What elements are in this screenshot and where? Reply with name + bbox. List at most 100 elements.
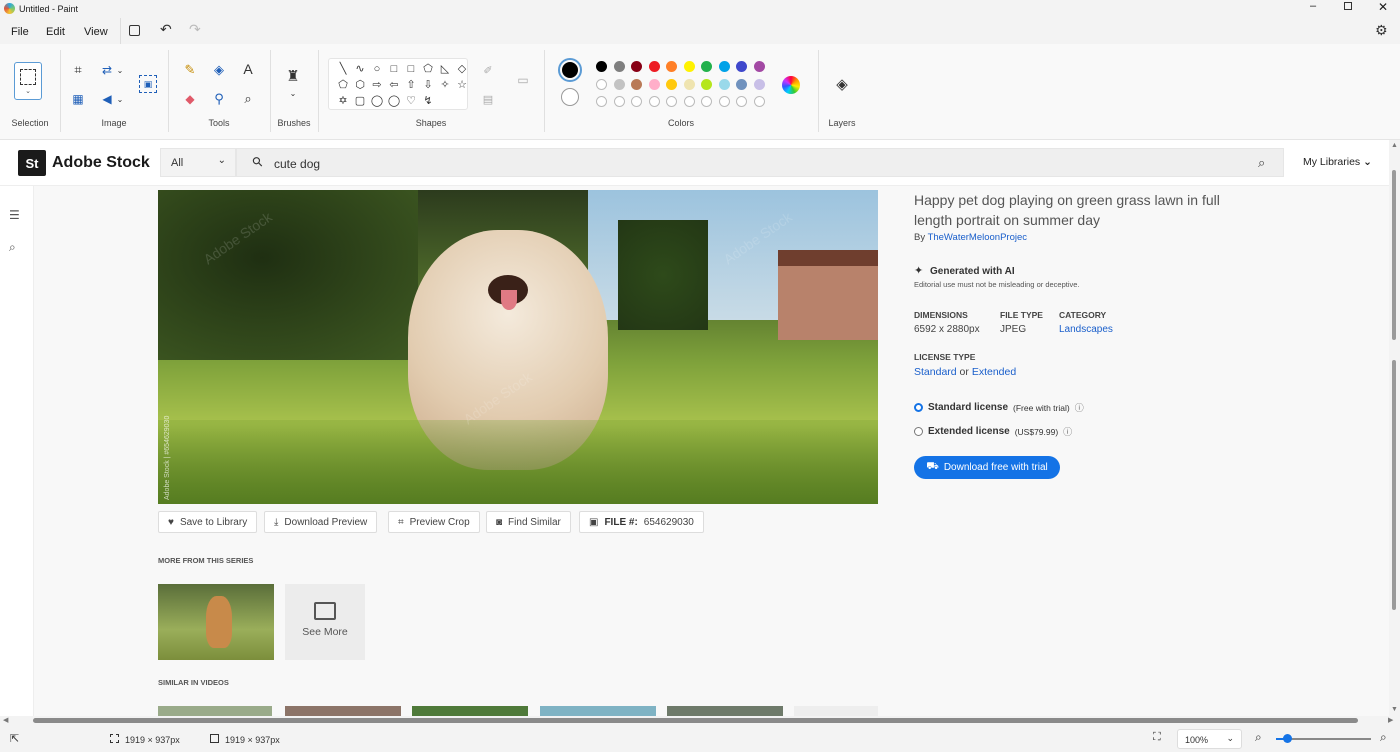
custom-color-slot[interactable]: [701, 96, 712, 107]
shape-tool-icon[interactable]: ╲: [335, 62, 351, 76]
zoom-slider-track[interactable]: [1276, 734, 1371, 743]
crop-icon[interactable]: ⌗: [70, 62, 86, 78]
video-thumbnail[interactable]: [158, 706, 272, 716]
color-swatch[interactable]: [718, 61, 730, 72]
custom-color-slot[interactable]: [596, 96, 607, 107]
radio-selected-icon[interactable]: [914, 403, 923, 412]
search-bar[interactable]: ⚲ cute dog ⌕: [236, 148, 1284, 177]
image-select-icon[interactable]: ▣: [139, 75, 157, 93]
standard-link[interactable]: Standard: [914, 366, 957, 378]
color-swatch[interactable]: [596, 61, 607, 72]
vertical-scrollbar[interactable]: ▲ ▼: [1389, 140, 1400, 716]
shape-tool-icon[interactable]: ↯: [420, 94, 436, 108]
primary-color-button[interactable]: [558, 58, 582, 82]
shape-tool-icon[interactable]: ○: [369, 62, 385, 76]
extended-link[interactable]: Extended: [972, 366, 1016, 378]
vertical-scroll-thumb[interactable]: [1392, 170, 1396, 340]
color-swatch[interactable]: [648, 78, 660, 90]
color-swatch[interactable]: [753, 61, 765, 72]
outline-icon[interactable]: ✐: [481, 63, 495, 77]
shapes-gallery[interactable]: ╲ ∿ ○ □ □ ⬠ ◺ ◇ ⬠ ⬡ ⇨ ⇦ ⇧ ⇩ ✧ ☆ ✡ ▢ ◯ ◯ ♡ ↯: [328, 58, 468, 110]
extended-license-option[interactable]: Extended license (US$79.99) ⓘ: [914, 425, 1072, 438]
settings-gear-icon[interactable]: ⚙: [1375, 22, 1388, 39]
save-icon[interactable]: [129, 25, 140, 36]
my-libraries-button[interactable]: My Libraries ⌄: [1303, 156, 1372, 168]
shape-tool-icon[interactable]: ⇨: [369, 78, 385, 92]
custom-color-slot[interactable]: [613, 96, 625, 107]
file-number-button[interactable]: ▣ FILE #: 654629030: [579, 511, 704, 533]
shape-tool-icon[interactable]: ▢: [352, 94, 368, 108]
fill-bucket-icon[interactable]: ◈: [211, 62, 227, 78]
undo-icon[interactable]: ↶: [160, 21, 172, 38]
shape-tool-icon[interactable]: ♡: [403, 94, 419, 108]
color-swatch[interactable]: [683, 61, 695, 72]
video-thumbnail[interactable]: [412, 706, 528, 716]
search-scope-select[interactable]: All ⌄: [160, 148, 236, 177]
color-swatch[interactable]: [683, 78, 695, 90]
color-swatch[interactable]: [613, 78, 625, 90]
zoom-out-icon[interactable]: ⌕: [1255, 730, 1262, 745]
scroll-left-icon[interactable]: ◀: [3, 716, 8, 724]
zoom-slider-thumb[interactable]: [1283, 734, 1293, 743]
video-thumbnail[interactable]: [540, 706, 656, 716]
color-swatch[interactable]: [631, 61, 642, 72]
magnifier-icon[interactable]: ⌕: [240, 91, 256, 107]
see-more-button[interactable]: See More: [285, 584, 365, 660]
shape-tool-icon[interactable]: ⬡: [352, 78, 368, 92]
paint-canvas[interactable]: St Adobe Stock All ⌄ ⚲ cute dog ⌕ My Lib…: [0, 140, 1389, 716]
shape-tool-icon[interactable]: ◺: [437, 62, 453, 76]
custom-color-slot[interactable]: [648, 96, 660, 107]
restore-icon[interactable]: [1344, 2, 1352, 10]
shape-tool-icon[interactable]: ⬠: [335, 78, 351, 92]
video-thumbnail[interactable]: [794, 706, 878, 716]
series-thumbnail[interactable]: [158, 584, 274, 660]
zoom-select[interactable]: 100% ⌄: [1177, 729, 1242, 749]
shape-tool-icon[interactable]: ∿: [352, 62, 368, 76]
text-tool-icon[interactable]: A: [240, 61, 256, 77]
color-swatch[interactable]: [701, 61, 712, 72]
close-icon[interactable]: ✕: [1378, 0, 1388, 14]
shape-tool-icon[interactable]: ⬠: [420, 62, 436, 76]
shape-tool-icon[interactable]: ✡: [335, 94, 351, 108]
radio-unselected-icon[interactable]: [914, 427, 923, 436]
horizontal-scroll-thumb[interactable]: [33, 718, 1358, 723]
pencil-icon[interactable]: ✎: [182, 62, 198, 78]
redo-icon[interactable]: ↷: [189, 21, 201, 38]
shape-tool-icon[interactable]: □: [403, 62, 419, 76]
shape-tool-icon[interactable]: ⇩: [420, 78, 436, 92]
color-picker-icon[interactable]: ⚲: [211, 91, 227, 107]
color-swatch[interactable]: [736, 78, 747, 90]
minimize-icon[interactable]: –: [1310, 0, 1316, 12]
shape-tool-icon[interactable]: ◯: [369, 94, 385, 108]
page-scroll-thumb[interactable]: [1392, 360, 1396, 610]
custom-color-slot[interactable]: [736, 96, 747, 107]
selection-button[interactable]: ⌄: [14, 62, 42, 100]
visual-search-icon[interactable]: ⌕: [1258, 155, 1265, 171]
chevron-down-icon[interactable]: ⌄: [116, 92, 124, 106]
fill-icon[interactable]: ▤: [481, 92, 495, 106]
scroll-right-icon[interactable]: ▶: [1388, 716, 1393, 724]
main-stock-image[interactable]: Adobe Stock | #654629030 Adobe Stock Ado…: [158, 190, 878, 504]
preview-crop-button[interactable]: ⌗ Preview Crop: [388, 511, 480, 533]
custom-color-slot[interactable]: [631, 96, 642, 107]
standard-license-option[interactable]: Standard license (Free with trial) ⓘ: [914, 401, 1084, 414]
brand-name[interactable]: Adobe Stock: [52, 154, 150, 172]
video-thumbnail[interactable]: [667, 706, 783, 716]
custom-color-slot[interactable]: [683, 96, 695, 107]
edit-colors-icon[interactable]: [782, 76, 800, 94]
color-swatch[interactable]: [718, 78, 730, 90]
color-swatch[interactable]: [753, 78, 765, 90]
find-similar-button[interactable]: ◙ Find Similar: [486, 511, 571, 533]
shape-tool-icon[interactable]: ✧: [437, 78, 453, 92]
eraser-icon[interactable]: ◆: [182, 91, 198, 107]
horizontal-scrollbar[interactable]: ◀ ▶: [0, 716, 1400, 726]
search-history-icon[interactable]: ⌕: [9, 240, 16, 255]
chevron-down-icon[interactable]: ⌄: [116, 63, 124, 77]
secondary-color-button[interactable]: [561, 88, 579, 106]
shape-tool-icon[interactable]: ◇: [454, 62, 470, 76]
download-preview-button[interactable]: ⤓ Download Preview: [264, 511, 378, 533]
shape-tool-icon[interactable]: ⇧: [403, 78, 419, 92]
color-swatch[interactable]: [666, 61, 677, 72]
menu-edit[interactable]: Edit: [46, 26, 65, 38]
info-icon[interactable]: ⓘ: [1063, 425, 1072, 438]
